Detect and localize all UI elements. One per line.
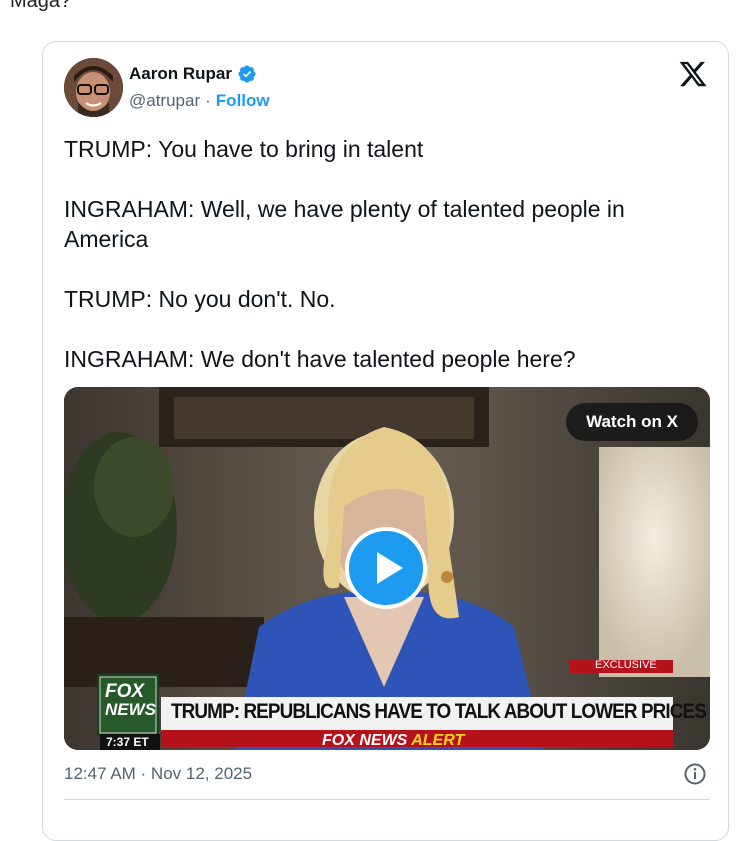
tweet-line: TRUMP: You have to bring in talent xyxy=(64,136,424,162)
exclusive-tag: EXCLUSIVE xyxy=(595,659,657,671)
fox-logo-bottom: NEWS xyxy=(105,700,156,719)
alert-word: ALERT xyxy=(411,732,465,749)
above-text: Maga? xyxy=(10,0,72,12)
x-logo-icon[interactable] xyxy=(678,59,708,89)
fox-clock: 7:37 ET xyxy=(106,735,149,749)
divider xyxy=(64,799,710,800)
tweet-text: TRUMP: You have to bring in talent INGRA… xyxy=(64,134,704,404)
play-icon[interactable] xyxy=(345,527,427,609)
follow-button[interactable]: Follow xyxy=(216,91,270,111)
handle-row: @atrupar · Follow xyxy=(129,91,270,111)
author-name[interactable]: Aaron Rupar xyxy=(129,64,232,84)
info-icon[interactable] xyxy=(683,762,707,786)
tweet-timestamp[interactable]: 12:47 AM · Nov 12, 2025 xyxy=(64,764,252,784)
news-headline: TRUMP: REPUBLICANS HAVE TO TALK ABOUT LO… xyxy=(171,700,707,723)
watch-on-x-button[interactable]: Watch on X xyxy=(566,403,698,441)
author-row: Aaron Rupar xyxy=(129,64,257,84)
tweet-line: INGRAHAM: We don't have talented people … xyxy=(64,346,576,372)
tweet-line: INGRAHAM: Well, we have plenty of talent… xyxy=(64,196,625,252)
tweet-line: TRUMP: No you don't. No. xyxy=(64,286,336,312)
author-handle[interactable]: @atrupar xyxy=(129,91,200,111)
avatar[interactable] xyxy=(64,58,123,117)
video-player[interactable]: FOX NEWS 7:37 ET EXCLUSIVE TRUMP: REPUBL… xyxy=(64,387,710,750)
tweet-card[interactable]: Aaron Rupar @atrupar · Follow TRUMP: You… xyxy=(42,41,729,841)
alert-prefix: FOX NEWS xyxy=(322,732,408,749)
handle-separator: · xyxy=(205,91,211,110)
verified-badge-icon xyxy=(238,65,256,83)
alert-bar: FOX NEWS ALERT xyxy=(322,732,464,750)
